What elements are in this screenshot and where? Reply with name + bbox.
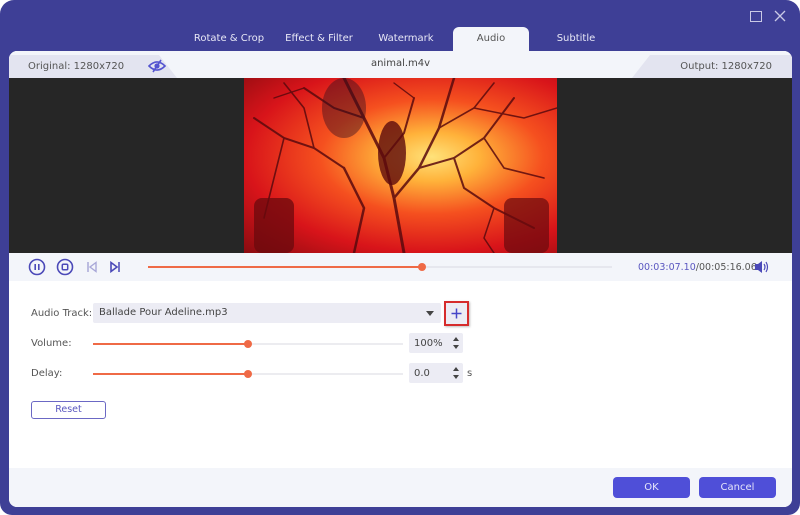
pause-icon[interactable]	[28, 258, 46, 276]
volume-label: Volume:	[31, 338, 72, 349]
current-time: 00:03:07.10	[638, 262, 696, 273]
plus-icon	[451, 308, 462, 319]
stop-icon[interactable]	[56, 258, 74, 276]
tab-subtitle[interactable]: Subtitle	[536, 27, 616, 51]
delay-slider-handle[interactable]	[244, 370, 252, 378]
coral-branches-image	[253, 78, 557, 253]
total-time: 00:05:16.06	[698, 262, 757, 273]
delay-unit: s	[467, 368, 473, 379]
delay-stepper	[409, 363, 463, 383]
cancel-button[interactable]: Cancel	[699, 477, 776, 498]
chevron-down-icon	[426, 311, 434, 316]
volume-slider-fill	[93, 343, 248, 345]
tab-bar: Rotate & Crop Effect & Filter Watermark …	[0, 27, 800, 51]
volume-increase-arrow[interactable]	[453, 337, 459, 341]
volume-slider[interactable]	[93, 340, 403, 348]
next-frame-icon[interactable]	[109, 261, 121, 273]
output-resolution: Output: 1280x720	[680, 61, 772, 72]
tab-audio[interactable]: Audio	[453, 27, 529, 51]
delay-label: Delay:	[31, 368, 63, 379]
delay-slider[interactable]	[93, 370, 403, 378]
volume-stepper	[409, 333, 463, 353]
file-name: animal.m4v	[370, 58, 431, 69]
editor-window: Rotate & Crop Effect & Filter Watermark …	[0, 0, 800, 515]
audio-panel: Original: 1280x720 animal.m4v Output: 12…	[9, 51, 792, 507]
tab-effect-filter[interactable]: Effect & Filter	[276, 27, 362, 51]
volume-decrease-arrow[interactable]	[453, 345, 459, 349]
tab-rotate-crop[interactable]: Rotate & Crop	[186, 27, 272, 51]
volume-input[interactable]	[409, 333, 447, 353]
playback-progress-handle[interactable]	[417, 263, 426, 271]
add-audio-track-button[interactable]	[444, 301, 469, 326]
previous-frame-icon[interactable]	[86, 261, 98, 273]
audio-track-dropdown[interactable]: Ballade Pour Adeline.mp3	[93, 303, 441, 323]
volume-slider-handle[interactable]	[244, 340, 252, 348]
playback-progress-fill	[148, 266, 422, 268]
preview-info-bar: Original: 1280x720 animal.m4v Output: 12…	[9, 51, 792, 78]
tab-watermark[interactable]: Watermark	[366, 27, 446, 51]
volume-icon[interactable]	[754, 260, 770, 277]
time-readout: 00:03:07.10/00:05:16.06	[638, 262, 757, 273]
delay-input[interactable]	[409, 363, 447, 383]
ok-button[interactable]: OK	[613, 477, 690, 498]
close-icon[interactable]	[773, 9, 787, 23]
video-preview	[9, 78, 792, 253]
reset-button[interactable]: Reset	[31, 401, 106, 419]
dialog-footer: OK Cancel	[9, 468, 792, 507]
delay-slider-fill	[93, 373, 248, 375]
playback-progress-bar[interactable]	[148, 263, 612, 271]
maximize-icon[interactable]	[749, 9, 763, 23]
delay-increase-arrow[interactable]	[453, 367, 459, 371]
audio-track-value: Ballade Pour Adeline.mp3	[99, 307, 228, 318]
video-frame	[244, 78, 557, 253]
delay-decrease-arrow[interactable]	[453, 375, 459, 379]
audio-track-label: Audio Track:	[31, 308, 93, 319]
player-controls: 00:03:07.10/00:05:16.06	[9, 253, 792, 281]
